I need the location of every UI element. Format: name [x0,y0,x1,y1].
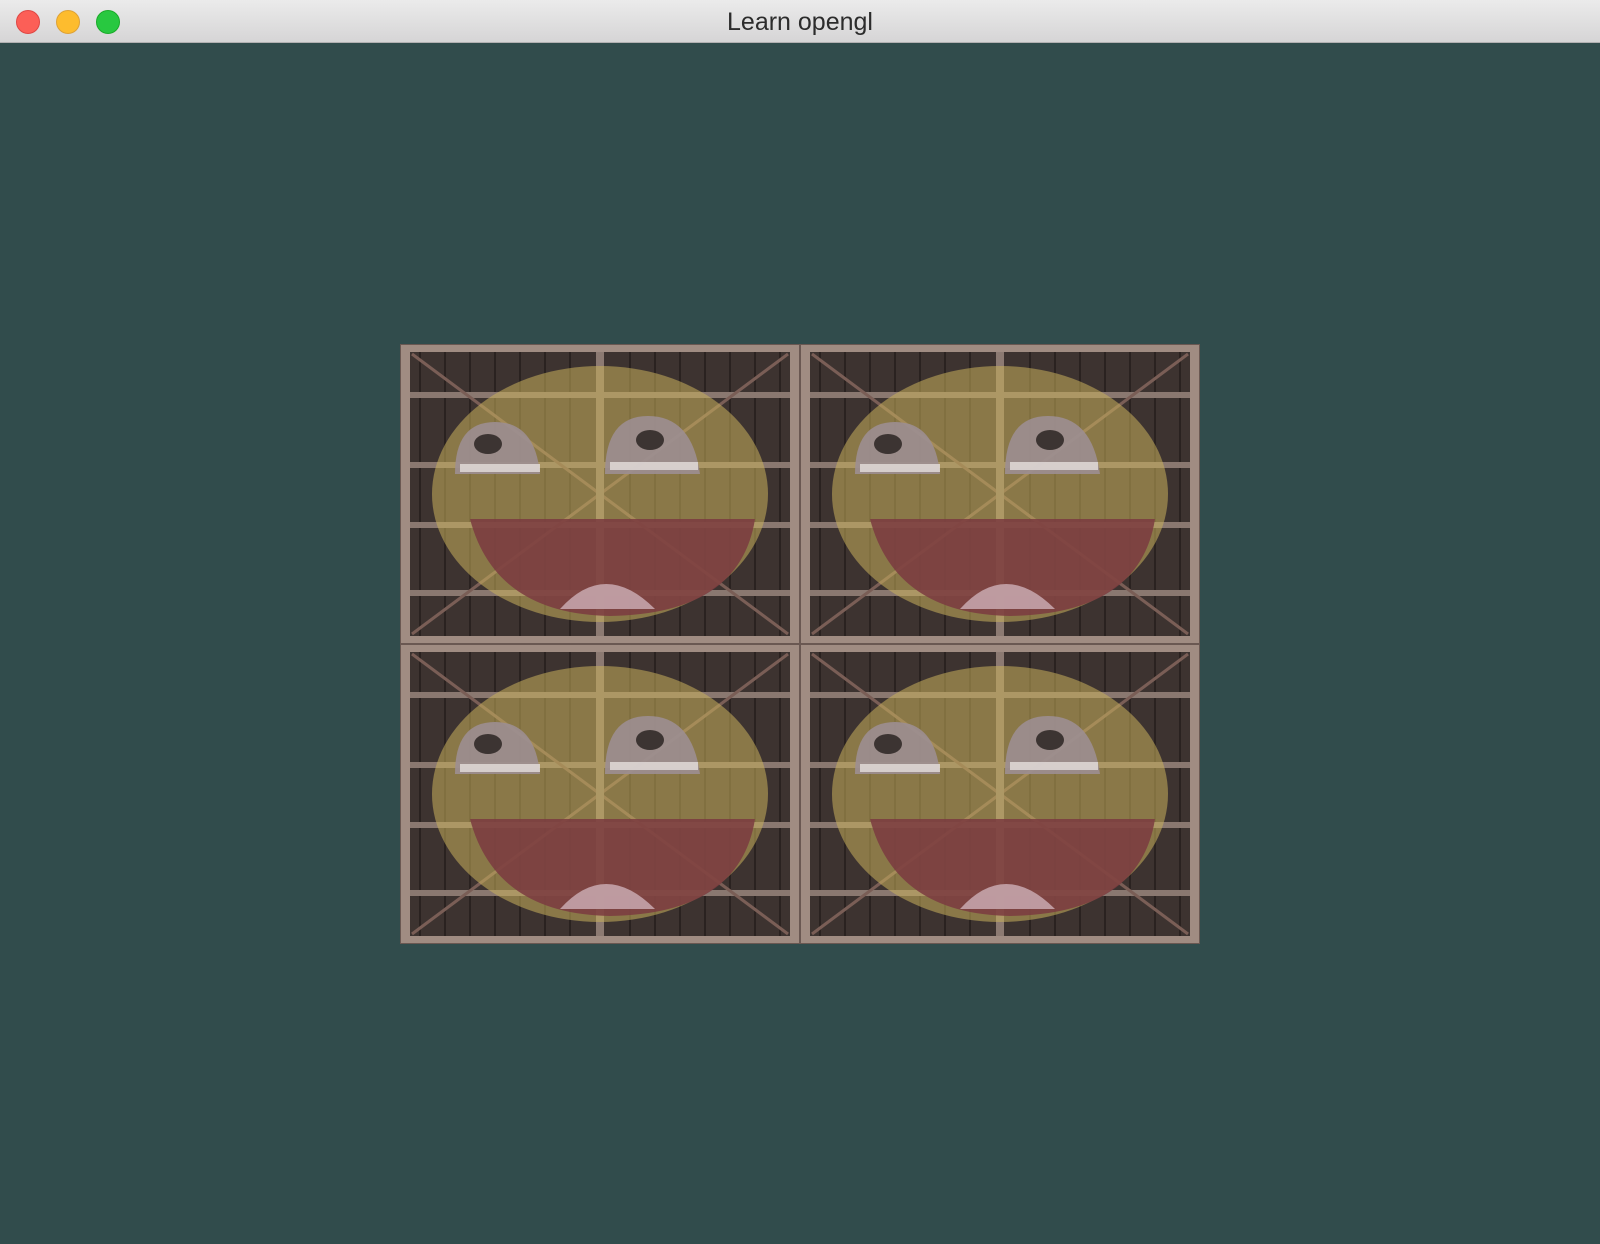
textured-quad [400,344,1200,944]
app-window: Learn opengl [0,0,1600,1244]
crate-texture-tiles [400,344,1200,944]
title-bar[interactable]: Learn opengl [0,0,1600,43]
window-title: Learn opengl [727,8,873,36]
opengl-viewport [0,43,1600,1244]
